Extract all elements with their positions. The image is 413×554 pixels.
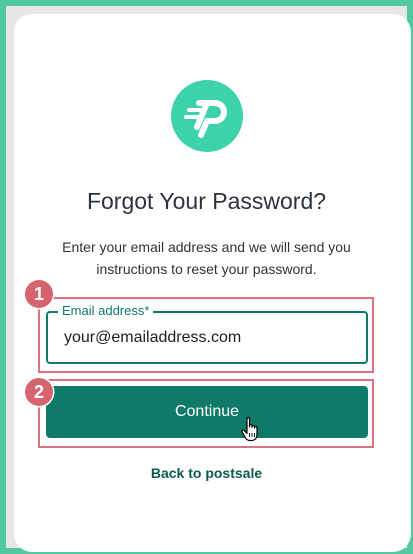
continue-button[interactable]: Continue — [46, 386, 368, 438]
logo — [171, 80, 243, 152]
email-field: Email address* — [46, 303, 368, 364]
step-1-badge: 1 — [25, 280, 53, 308]
instructions-line-2: instructions to reset your password. — [96, 261, 317, 277]
hand-pointer-icon — [241, 417, 258, 442]
postsale-logo-icon — [184, 100, 227, 138]
email-input[interactable] — [48, 313, 366, 362]
back-to-postsale-link[interactable]: Back to postsale — [0, 465, 413, 481]
instructions-text: Enter your email address and we will sen… — [0, 236, 413, 280]
instructions-line-1: Enter your email address and we will sen… — [62, 239, 351, 255]
page-title: Forgot Your Password? — [86, 188, 327, 214]
step-2-badge: 2 — [25, 378, 53, 406]
